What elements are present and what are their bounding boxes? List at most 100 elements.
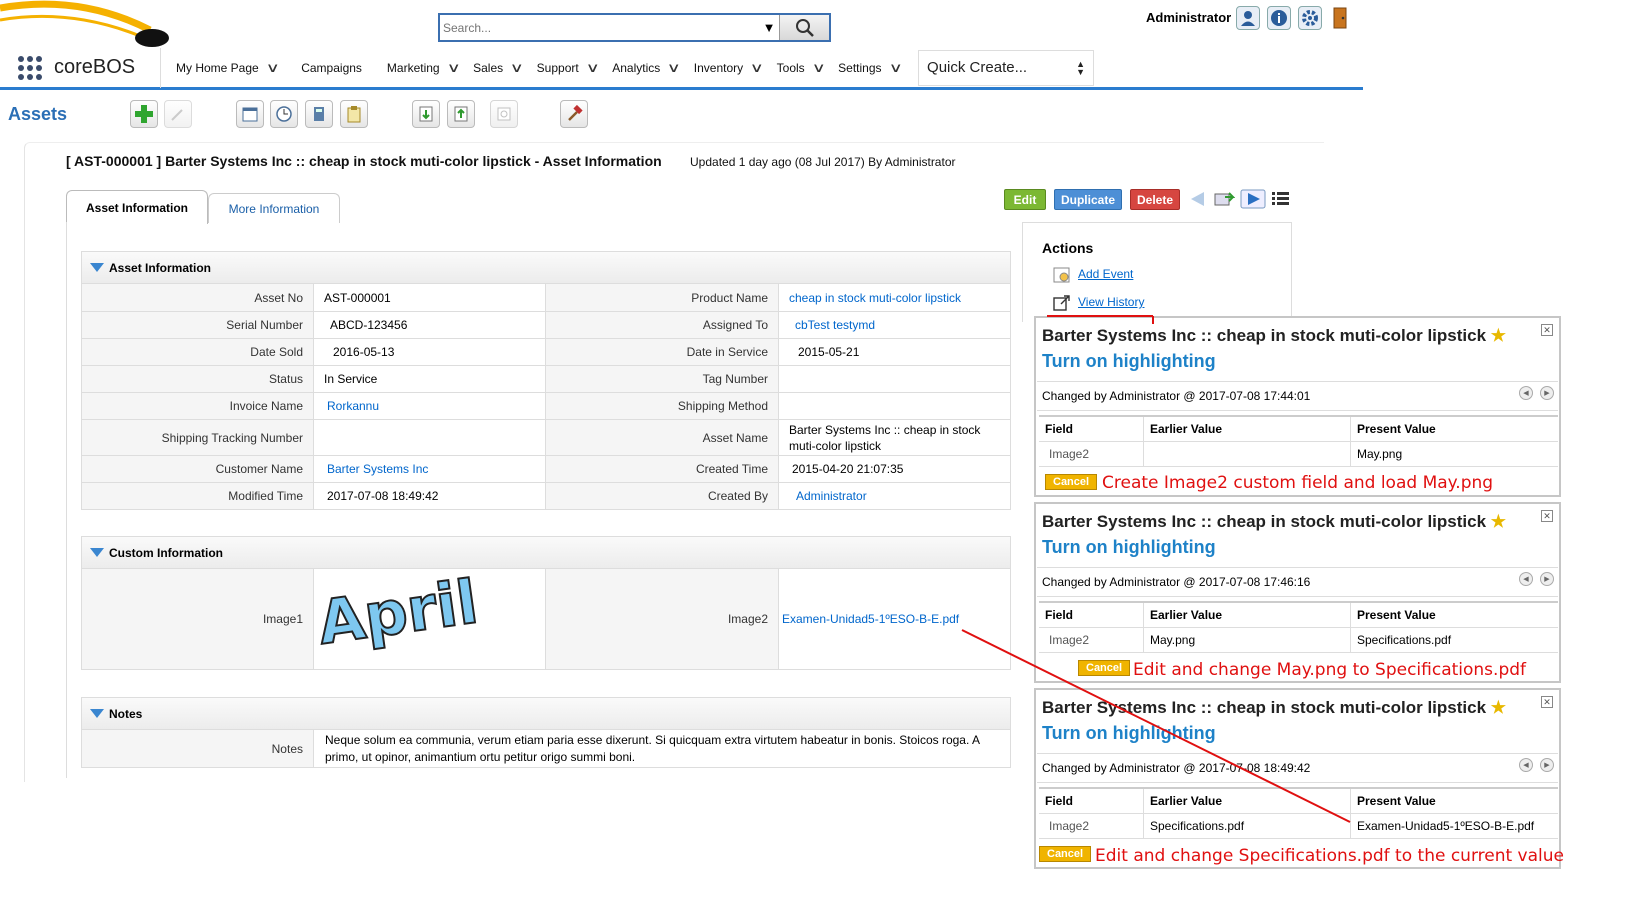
previous-change-icon[interactable]: ◀	[1519, 572, 1533, 586]
nav-settings[interactable]: Settings ∨	[838, 60, 902, 76]
nav-analytics[interactable]: Analytics ∨	[612, 59, 682, 76]
turn-on-highlighting-link[interactable]: Turn on highlighting	[1042, 723, 1216, 744]
previous-change-icon[interactable]: ◀	[1519, 758, 1533, 772]
star-icon[interactable]: ★	[1491, 326, 1506, 345]
earlier-value-cell: Specifications.pdf	[1143, 814, 1350, 838]
product-name-link[interactable]: cheap in stock muti-color lipstick	[778, 284, 1010, 311]
jump-to-record-icon[interactable]	[1213, 190, 1236, 211]
star-icon[interactable]: ★	[1491, 512, 1506, 531]
customer-name-link[interactable]: Barter Systems Inc	[313, 456, 546, 482]
user-name[interactable]: Administrator	[1146, 10, 1231, 25]
nav-my-home-page[interactable]: My Home Page ∨	[176, 60, 280, 76]
field-cell: Image2	[1049, 633, 1090, 647]
annotation-note: Edit and change May.png to Specification…	[1133, 660, 1527, 680]
section-custom-information[interactable]: Custom Information	[81, 536, 1011, 569]
previous-record-icon[interactable]	[1188, 190, 1208, 211]
next-change-icon[interactable]: ▶	[1540, 386, 1554, 400]
user-profile-icon[interactable]	[1236, 6, 1260, 30]
close-icon[interactable]: ✕	[1541, 510, 1553, 522]
search-records-button[interactable]	[164, 100, 192, 128]
info-icon[interactable]	[1267, 6, 1291, 30]
changed-by-info: Changed by Administrator @ 2017-07-08 18…	[1037, 753, 1558, 783]
search-button[interactable]	[779, 15, 829, 40]
cancel-button[interactable]: Cancel	[1039, 846, 1092, 862]
tab-more-information[interactable]: More Information	[208, 193, 340, 223]
app-menu-grid-icon[interactable]	[18, 55, 42, 80]
list-view-icon[interactable]	[1272, 191, 1290, 210]
next-record-icon[interactable]	[1240, 189, 1266, 212]
search-box: ▼	[438, 13, 831, 42]
turn-on-highlighting-link[interactable]: Turn on highlighting	[1042, 537, 1216, 558]
section-asset-information[interactable]: Asset Information	[81, 251, 1011, 284]
nav-inventory[interactable]: Inventory ∨	[694, 60, 764, 76]
edit-button[interactable]: Edit	[1004, 189, 1046, 210]
turn-on-highlighting-link[interactable]: Turn on highlighting	[1042, 351, 1216, 372]
field-value	[778, 366, 1010, 392]
collapse-triangle-icon[interactable]	[90, 263, 104, 272]
import-button[interactable]	[412, 100, 440, 128]
field-label: Assigned To	[546, 312, 778, 338]
calculator-button[interactable]	[305, 100, 333, 128]
cancel-button[interactable]: Cancel	[1078, 660, 1131, 676]
notes-grid: Notes Neque solum ea communia, verum eti…	[81, 730, 1011, 768]
app-name[interactable]: coreBOS	[54, 56, 154, 79]
close-icon[interactable]: ✕	[1541, 324, 1553, 336]
nav-sales[interactable]: Sales ∨	[473, 60, 524, 76]
clock-icon	[276, 106, 292, 122]
next-change-icon[interactable]: ▶	[1540, 758, 1554, 772]
assigned-to-link[interactable]: cbTest testymd	[778, 312, 1010, 338]
add-event-link[interactable]: Add Event	[1078, 267, 1133, 281]
popup-title: Barter Systems Inc :: cheap in stock mut…	[1042, 326, 1507, 345]
table-row: Image2 Specifications.pdf Examen-Unidad5…	[1039, 813, 1558, 839]
column-header: Field	[1045, 608, 1074, 622]
clipboard-button[interactable]	[340, 100, 368, 128]
view-history-icon	[1053, 294, 1071, 315]
history-popup: Barter Systems Inc :: cheap in stock mut…	[1034, 316, 1561, 497]
export-icon	[454, 106, 468, 122]
collapse-triangle-icon[interactable]	[90, 548, 104, 557]
column-header: Present Value	[1350, 417, 1558, 441]
table-row: Image2 May.png	[1039, 441, 1558, 467]
tab-asset-information[interactable]: Asset Information	[66, 190, 208, 224]
nav-support[interactable]: Support ∨	[537, 60, 600, 76]
field-label: Status	[82, 366, 313, 392]
previous-change-icon[interactable]: ◀	[1519, 386, 1533, 400]
image2-file-link[interactable]: Examen-Unidad5-1ºESO-B-E.pdf	[778, 569, 1010, 669]
nav-marketing[interactable]: Marketing ∨	[387, 60, 461, 76]
field-row: Image1 April Image2 Examen-Unidad5-1ºESO…	[82, 569, 1010, 669]
field-label: Invoice Name	[82, 393, 313, 419]
view-history-link[interactable]: View History	[1078, 295, 1144, 309]
section-notes[interactable]: Notes	[81, 697, 1011, 730]
field-label: Image1	[82, 569, 313, 669]
create-record-button[interactable]	[130, 100, 158, 128]
module-settings-button[interactable]	[560, 100, 588, 128]
duplicate-button[interactable]: Duplicate	[1054, 189, 1122, 210]
cancel-button[interactable]: Cancel	[1045, 474, 1098, 490]
find-duplicates-button[interactable]	[490, 100, 518, 128]
settings-gear-icon[interactable]	[1298, 6, 1322, 30]
nav-tools[interactable]: Tools ∨	[777, 59, 826, 76]
clock-button[interactable]	[270, 100, 298, 128]
invoice-name-link[interactable]: Rorkannu	[313, 393, 546, 419]
quick-create-select[interactable]: Quick Create... ▲ ▼	[918, 49, 1095, 86]
module-title[interactable]: Assets	[8, 104, 67, 125]
created-by-link[interactable]: Administrator	[778, 483, 1010, 509]
logout-door-icon[interactable]	[1329, 6, 1353, 30]
chevron-down-icon: ∨	[811, 59, 826, 75]
delete-button[interactable]: Delete	[1130, 189, 1180, 210]
search-dropdown-icon[interactable]: ▼	[759, 20, 779, 35]
image1-preview[interactable]: April	[313, 569, 546, 669]
calendar-button[interactable]	[236, 100, 264, 128]
field-label: Created Time	[546, 456, 778, 482]
field-row: Date Sold 2016-05-13 Date in Service 201…	[82, 338, 1010, 365]
chevron-down-icon: ∨	[666, 59, 682, 75]
next-change-icon[interactable]: ▶	[1540, 572, 1554, 586]
collapse-triangle-icon[interactable]	[90, 709, 104, 718]
updown-arrows-icon: ▲ ▼	[1076, 58, 1086, 77]
search-input[interactable]	[440, 15, 759, 40]
export-button[interactable]	[447, 100, 475, 128]
close-icon[interactable]: ✕	[1541, 696, 1553, 708]
svg-text:April: April	[316, 571, 482, 659]
star-icon[interactable]: ★	[1491, 698, 1506, 717]
nav-campaigns[interactable]: Campaigns	[301, 61, 362, 75]
